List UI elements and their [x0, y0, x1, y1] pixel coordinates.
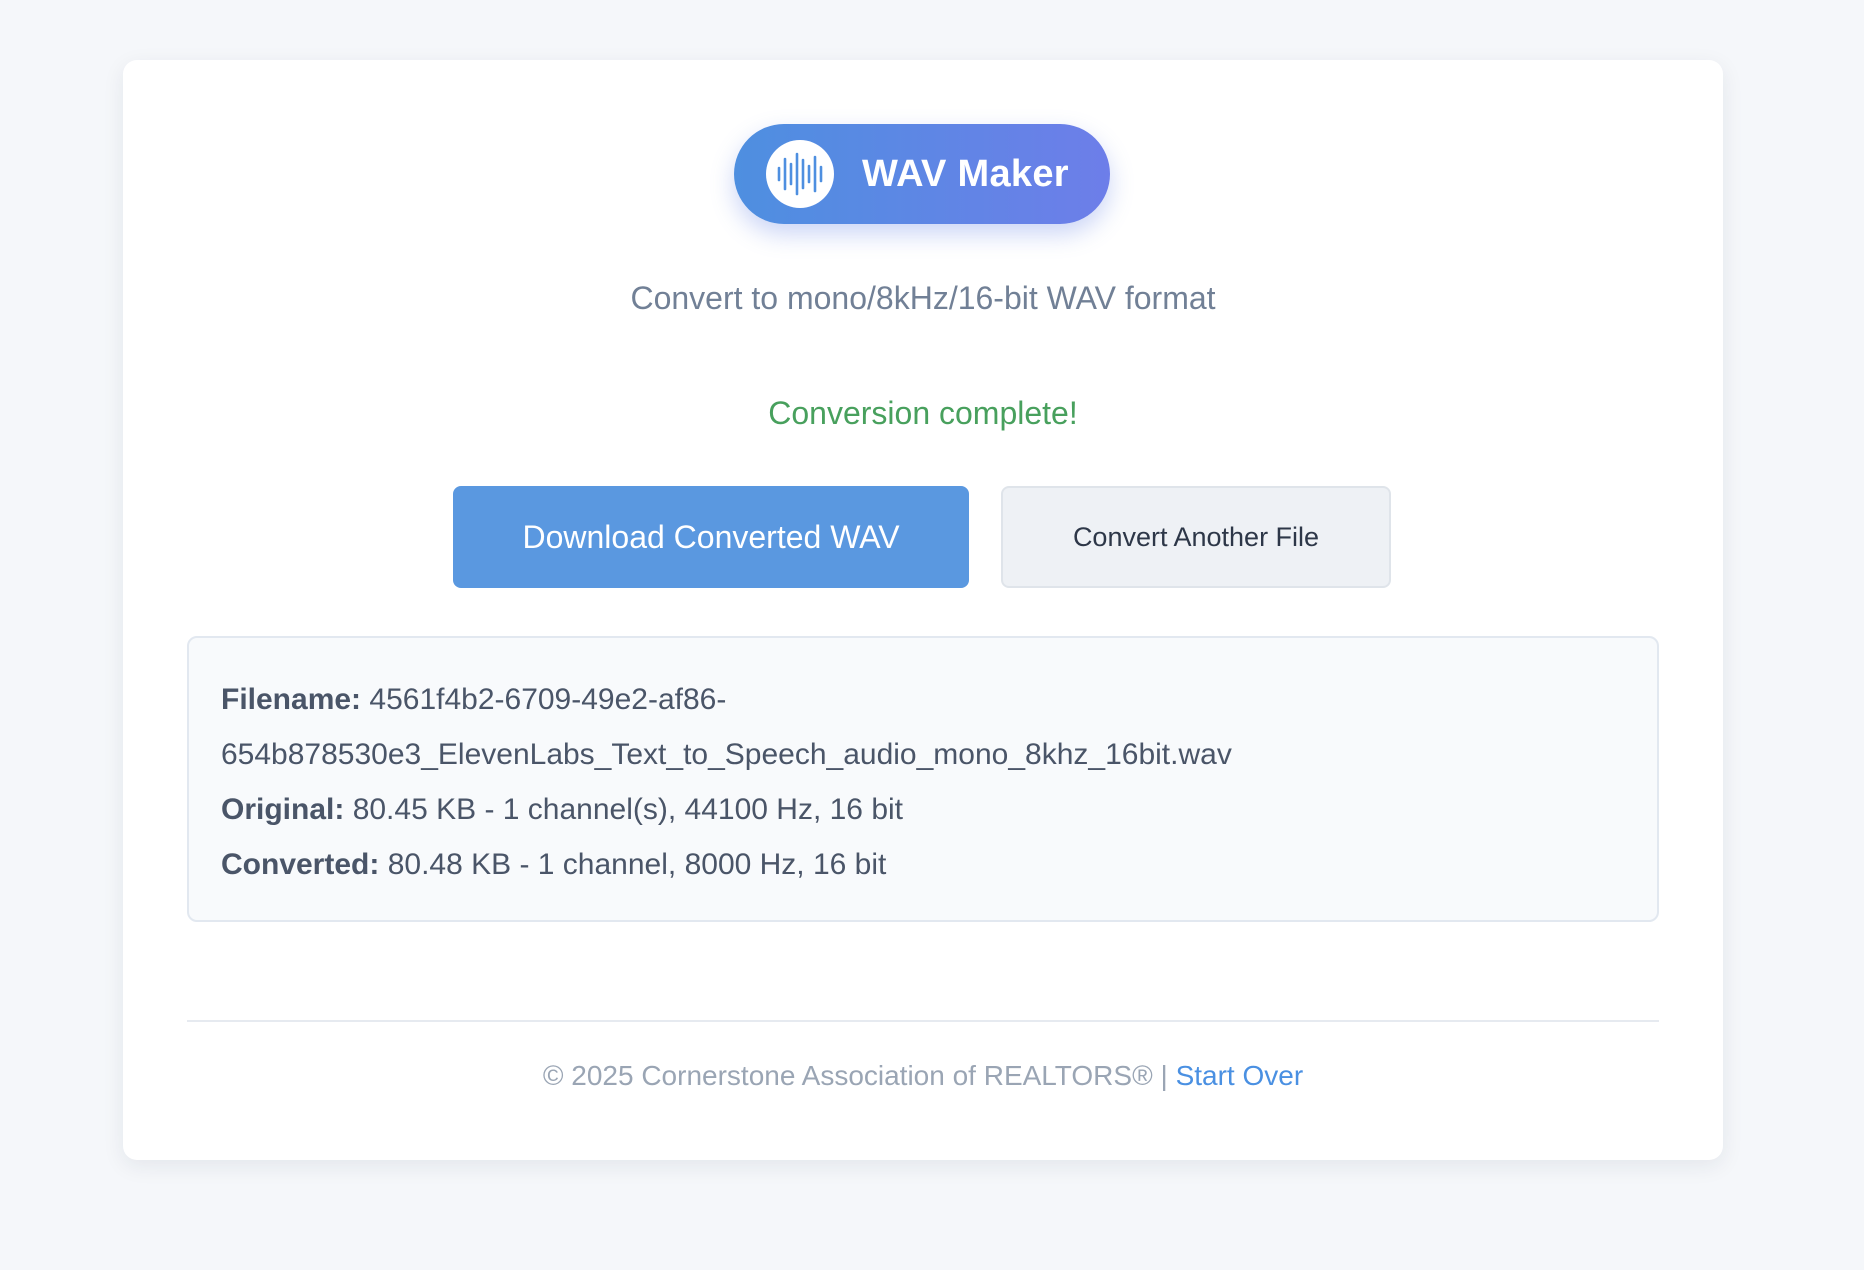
- convert-another-button[interactable]: Convert Another File: [1001, 486, 1391, 588]
- file-info-panel: Filename: 4561f4b2-6709-49e2-af86-654b87…: [187, 636, 1659, 922]
- filename-row: Filename: 4561f4b2-6709-49e2-af86-654b87…: [221, 672, 1625, 782]
- footer-divider: [187, 1020, 1659, 1022]
- filename-label: Filename:: [221, 683, 362, 716]
- filename-value: 4561f4b2-6709-49e2-af86-654b878530e3_Ele…: [221, 683, 1232, 771]
- footer-separator: |: [1160, 1060, 1168, 1091]
- footer: © 2025 Cornerstone Association of REALTO…: [123, 1060, 1723, 1092]
- original-row: Original: 80.45 KB - 1 channel(s), 44100…: [221, 782, 1625, 837]
- copyright-text: © 2025 Cornerstone Association of REALTO…: [542, 1060, 1153, 1091]
- converted-value: 80.48 KB - 1 channel, 8000 Hz, 16 bit: [387, 848, 887, 881]
- download-button[interactable]: Download Converted WAV: [453, 486, 969, 588]
- converted-row: Converted: 80.48 KB - 1 channel, 8000 Hz…: [221, 837, 1625, 892]
- main-card: WAV Maker Convert to mono/8kHz/16-bit WA…: [123, 60, 1723, 1160]
- waveform-icon: [766, 140, 834, 208]
- page-subtitle: Convert to mono/8kHz/16-bit WAV format: [630, 280, 1216, 316]
- app-logo: WAV Maker: [734, 124, 1110, 224]
- converted-label: Converted:: [221, 848, 380, 881]
- app-title: WAV Maker: [862, 152, 1069, 195]
- status-message: Conversion complete!: [768, 395, 1078, 431]
- original-value: 80.45 KB - 1 channel(s), 44100 Hz, 16 bi…: [352, 793, 904, 826]
- start-over-link[interactable]: Start Over: [1176, 1060, 1304, 1091]
- original-label: Original:: [221, 793, 345, 826]
